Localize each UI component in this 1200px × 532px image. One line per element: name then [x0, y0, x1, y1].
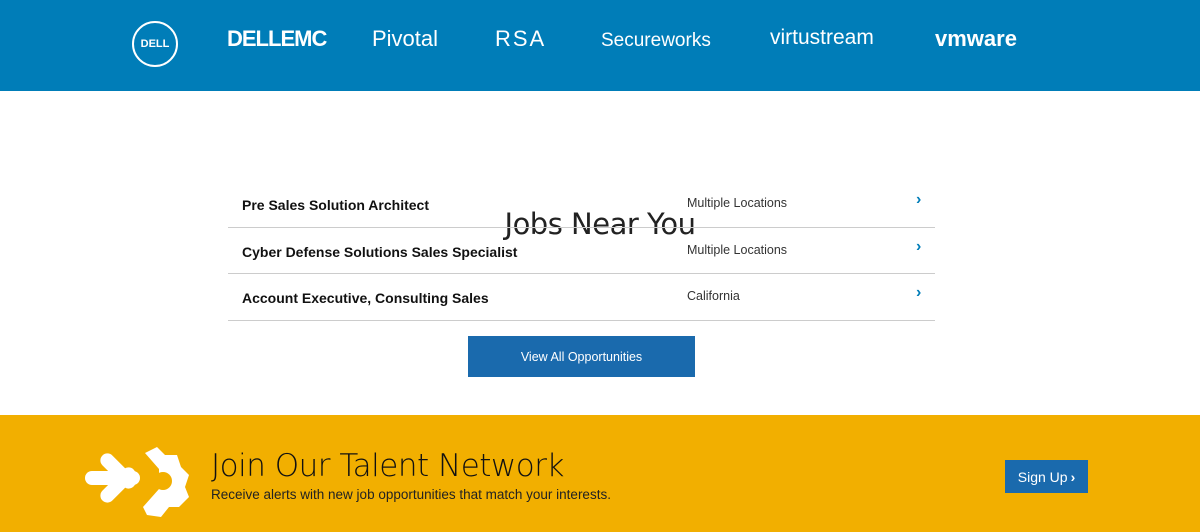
- dell-logo[interactable]: DELL: [132, 21, 178, 67]
- pivotal-logo[interactable]: Pivotal: [372, 26, 438, 52]
- rsa-logo[interactable]: RSA: [495, 26, 546, 52]
- job-title: Pre Sales Solution Architect: [242, 197, 429, 213]
- secureworks-logo[interactable]: Secureworks: [601, 30, 711, 52]
- job-row[interactable]: Pre Sales Solution Architect Multiple Loc…: [228, 181, 935, 228]
- talent-network-subtitle: Receive alerts with new job opportunitie…: [211, 487, 611, 502]
- virtustream-logo[interactable]: virtustream: [770, 26, 874, 50]
- view-all-opportunities-button[interactable]: View All Opportunities: [468, 336, 695, 377]
- job-row[interactable]: Account Executive, Consulting Sales Calif…: [228, 274, 935, 321]
- talent-network-banner: Join Our Talent Network Receive alerts w…: [0, 415, 1200, 532]
- job-location: Multiple Locations: [687, 196, 788, 210]
- job-location: California: [687, 289, 740, 303]
- job-location: Multiple Locations: [687, 242, 788, 257]
- job-row[interactable]: Cyber Defense Solutions Sales Specialist…: [228, 228, 935, 274]
- chevron-right-icon: ›: [1070, 468, 1076, 485]
- job-title: Account Executive, Consulting Sales: [242, 290, 489, 306]
- vmware-logo[interactable]: vmware: [935, 26, 1017, 52]
- chevron-right-icon: ›: [916, 191, 922, 208]
- chevron-right-icon: ›: [916, 237, 922, 255]
- talent-network-icon: [85, 447, 189, 517]
- talent-network-title: Join Our Talent Network: [211, 448, 564, 484]
- sign-up-label: Sign Up: [1017, 468, 1068, 485]
- chevron-right-icon: ›: [916, 284, 922, 301]
- brand-header: DELL DELLEMC Pivotal RSA Secureworks vir…: [0, 0, 1200, 91]
- dellemc-logo[interactable]: DELLEMC: [227, 26, 327, 52]
- job-list: Pre Sales Solution Architect Multiple Loc…: [228, 181, 935, 321]
- job-title: Cyber Defense Solutions Sales Specialist: [242, 243, 518, 260]
- sign-up-button[interactable]: Sign Up ›: [1005, 460, 1088, 493]
